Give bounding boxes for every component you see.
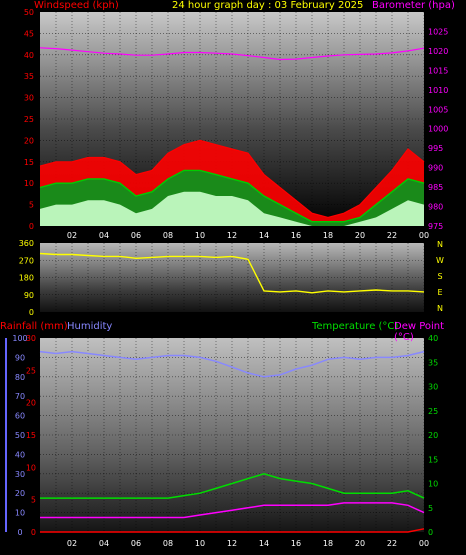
rain-x-tick: 22 <box>387 539 397 548</box>
baro-y-tick: 980 <box>428 203 443 212</box>
humidity-axis-label: Humidity <box>67 321 113 332</box>
wind-x-tick: 14 <box>259 231 269 240</box>
compass-label: E <box>437 288 442 297</box>
baro-y-tick: 995 <box>428 144 443 153</box>
wind-y-tick: 30 <box>24 94 34 103</box>
baro-y-tick: 975 <box>428 222 443 231</box>
rain-x-tick: 02 <box>67 539 77 548</box>
title: 24 hour graph day : 03 February 2025 <box>172 0 364 11</box>
humidity-y-tick: 70 <box>15 392 25 401</box>
baro-y-tick: 990 <box>428 164 443 173</box>
compass-label: W <box>436 256 444 265</box>
dir-y-tick: 360 <box>19 239 34 248</box>
wind-x-tick: 00 <box>419 231 429 240</box>
wind-x-tick: 20 <box>355 231 365 240</box>
rain-x-tick: 20 <box>355 539 365 548</box>
rain-x-tick: 18 <box>323 539 333 548</box>
baro-y-tick: 1020 <box>428 47 448 56</box>
compass-label: N <box>437 304 443 313</box>
dir-y-tick: 90 <box>24 291 34 300</box>
rain-x-tick: 14 <box>259 539 269 548</box>
wind-y-tick: 20 <box>24 136 34 145</box>
rain-x-tick: 16 <box>291 539 301 548</box>
dir-y-tick: 270 <box>19 256 34 265</box>
temp-y-tick: 30 <box>428 383 438 392</box>
wind-x-tick: 10 <box>195 231 205 240</box>
wind-y-tick: 35 <box>24 72 34 81</box>
temp-y-tick: 15 <box>428 455 438 464</box>
compass-label: S <box>437 272 442 281</box>
wind-y-tick: 50 <box>24 8 34 17</box>
humidity-y-tick: 30 <box>15 470 25 479</box>
humidity-y-tick: 10 <box>15 509 25 518</box>
rain-x-tick: 08 <box>163 539 173 548</box>
dir-y-tick: 0 <box>29 308 34 317</box>
temp-y-tick: 25 <box>428 407 438 416</box>
humidity-y-tick: 50 <box>15 431 25 440</box>
temperature-axis-label: Temperature (°C) <box>312 321 399 332</box>
wind-y-tick: 5 <box>29 201 34 210</box>
rain-y-tick: 25 <box>26 366 36 375</box>
windspeed-axis-label: Windspeed (kph) <box>34 0 119 11</box>
wind-y-tick: 45 <box>24 29 34 38</box>
wind-y-tick: 25 <box>24 115 34 124</box>
dir-y-tick: 180 <box>19 274 34 283</box>
wind-x-tick: 06 <box>131 231 141 240</box>
humidity-y-tick: 90 <box>15 353 25 362</box>
rain-x-tick: 06 <box>131 539 141 548</box>
baro-y-tick: 1015 <box>428 66 448 75</box>
baro-y-tick: 985 <box>428 183 443 192</box>
wind-x-tick: 16 <box>291 231 301 240</box>
dewpoint-axis-label: Dew Point (°C) <box>394 321 445 343</box>
wind-y-tick: 10 <box>24 179 34 188</box>
wind-x-tick: 08 <box>163 231 173 240</box>
baro-y-tick: 1025 <box>428 27 448 36</box>
wind-x-tick: 02 <box>67 231 77 240</box>
humidity-y-tick: 20 <box>15 489 25 498</box>
rain-x-tick: 10 <box>195 539 205 548</box>
temp-y-tick: 20 <box>428 431 438 440</box>
wind-x-tick: 18 <box>323 231 333 240</box>
rain-y-tick: 20 <box>26 399 36 408</box>
rain-x-tick: 00 <box>419 539 429 548</box>
temp-y-tick: 35 <box>428 358 438 367</box>
rain-y-tick: 15 <box>26 431 36 440</box>
humidity-y-tick: 0 <box>17 528 22 537</box>
humidity-y-tick: 60 <box>15 412 25 421</box>
wind-y-tick: 15 <box>24 158 34 167</box>
temp-y-tick: 10 <box>428 480 438 489</box>
wind-x-tick: 22 <box>387 231 397 240</box>
baro-y-tick: 1010 <box>428 86 448 95</box>
compass-label: N <box>437 240 443 249</box>
baro-y-tick: 1000 <box>428 125 448 134</box>
weather-graph: 02 04 06 08 10 12 14 16 18 20 22 0002 04 06 08 10 12 14 16… <box>5 8 448 548</box>
rain-x-tick: 04 <box>99 539 109 548</box>
wind-y-tick: 40 <box>24 51 34 60</box>
rain-y-tick: 0 <box>31 528 36 537</box>
rainfall-axis-label: Rainfall (mm) <box>0 321 68 332</box>
humidity-y-tick: 80 <box>15 373 25 382</box>
barometer-axis-label: Barometer (hpa) <box>372 0 455 11</box>
rain-y-tick: 10 <box>26 463 36 472</box>
humidity-y-tick: 40 <box>15 450 25 459</box>
rain-y-tick: 5 <box>31 496 36 505</box>
temp-y-tick: 5 <box>428 504 433 513</box>
baro-y-tick: 1005 <box>428 105 448 114</box>
rain-y-tick: 30 <box>26 334 36 343</box>
wind-y-tick: 0 <box>29 222 34 231</box>
rain-x-tick: 12 <box>227 539 237 548</box>
wind-x-tick: 12 <box>227 231 237 240</box>
wind-x-tick: 04 <box>99 231 109 240</box>
temp-y-tick: 0 <box>428 528 433 537</box>
